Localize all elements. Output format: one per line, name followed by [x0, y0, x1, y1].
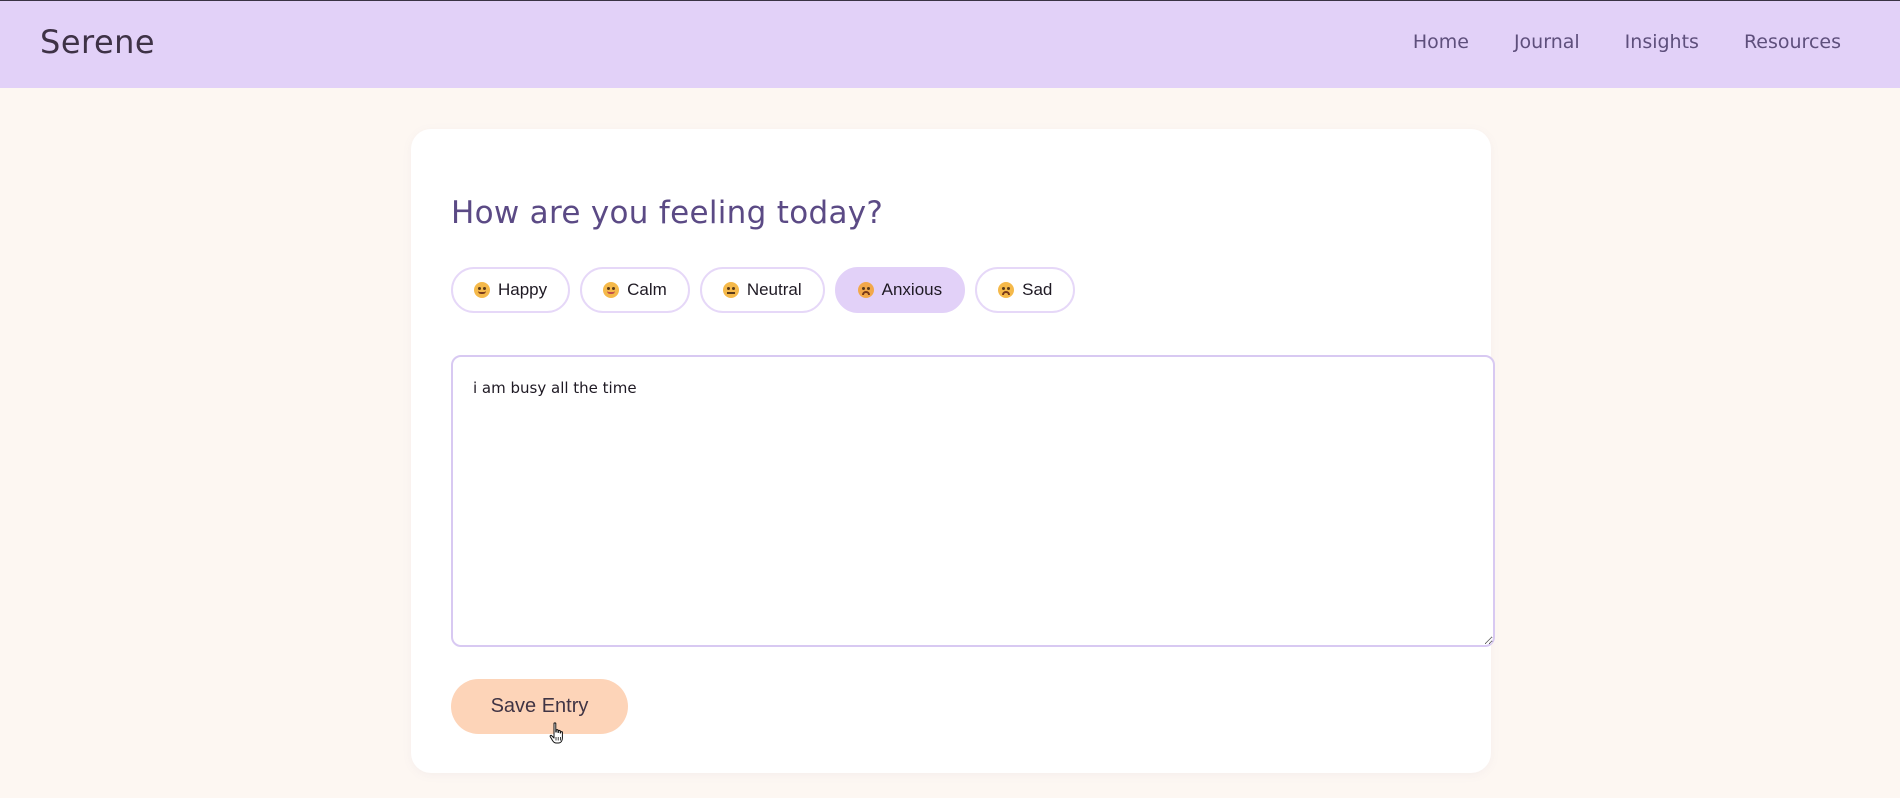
journal-entry-textarea[interactable]: i am busy all the time — [451, 355, 1495, 647]
mood-button-sad[interactable]: Sad — [975, 267, 1076, 313]
anxious-face-icon — [857, 282, 874, 298]
happy-face-icon — [474, 282, 490, 298]
mood-label: Sad — [1022, 280, 1053, 299]
mood-label: Anxious — [881, 280, 943, 299]
mood-label: Happy — [498, 280, 548, 299]
neutral-face-icon — [722, 282, 739, 298]
mood-button-calm[interactable]: Calm — [580, 267, 690, 313]
mood-label: Calm — [627, 280, 667, 299]
nav-journal[interactable]: Journal — [1514, 31, 1580, 53]
nav-insights[interactable]: Insights — [1625, 31, 1699, 53]
page-title: How are you feeling today? — [451, 195, 884, 231]
journal-card: How are you feeling today? Happy Calm Ne… — [411, 129, 1495, 773]
mood-button-neutral[interactable]: Neutral — [699, 267, 825, 313]
mood-selector: Happy Calm Neutral Anxious Sad — [451, 267, 1076, 313]
top-header: Serene Home Journal Insights Resources — [0, 0, 1900, 88]
app-logo[interactable]: Serene — [40, 23, 155, 61]
main-nav: Home Journal Insights Resources — [1413, 31, 1841, 53]
nav-resources[interactable]: Resources — [1744, 31, 1841, 53]
mood-button-happy[interactable]: Happy — [451, 267, 571, 313]
sad-face-icon — [998, 282, 1015, 298]
calm-face-icon — [603, 282, 620, 298]
mood-label: Neutral — [746, 280, 802, 299]
nav-home[interactable]: Home — [1413, 31, 1469, 53]
mood-button-anxious[interactable]: Anxious — [834, 267, 966, 313]
save-entry-button[interactable]: Save Entry — [451, 679, 628, 734]
